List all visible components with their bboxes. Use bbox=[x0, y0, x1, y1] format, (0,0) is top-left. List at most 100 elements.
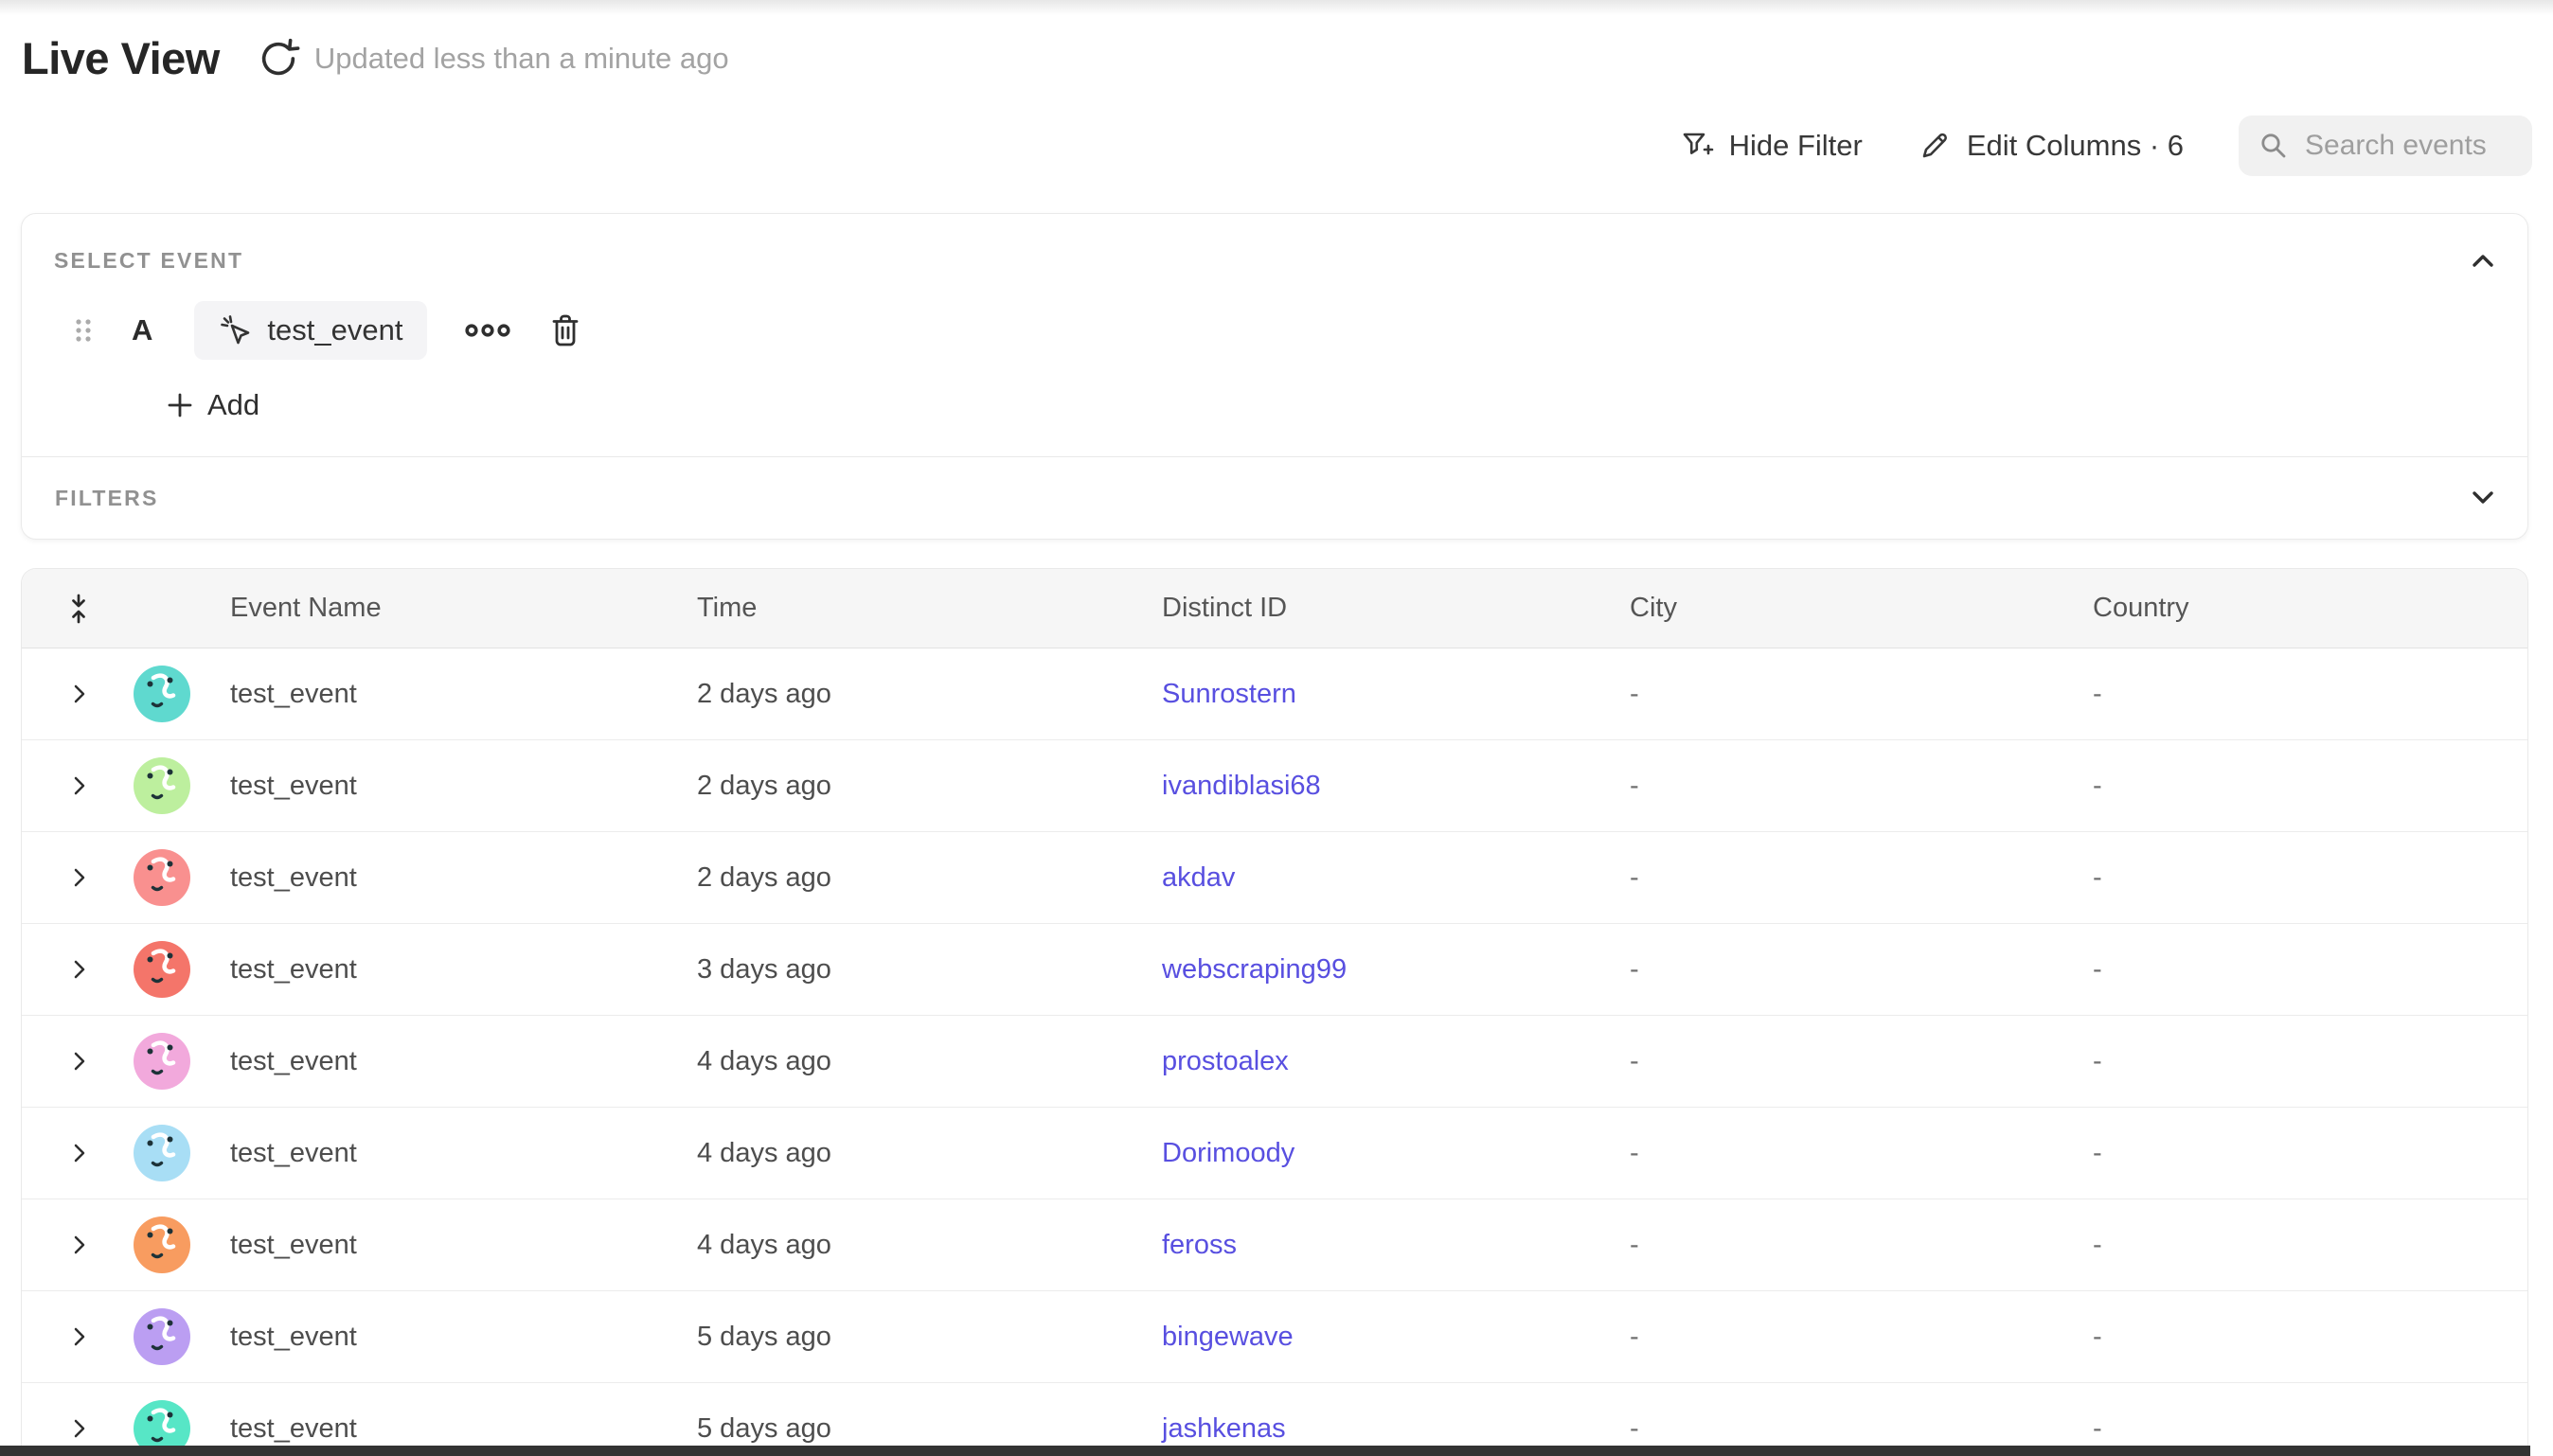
distinct-id-link[interactable]: feross bbox=[1162, 1230, 1237, 1260]
row-expand-icon bbox=[71, 958, 88, 981]
table-header-row: Event Name Time Distinct ID City Country bbox=[22, 569, 2527, 648]
expand-row-button[interactable] bbox=[71, 1418, 92, 1439]
user-avatar bbox=[134, 1125, 190, 1181]
add-label: Add bbox=[207, 388, 259, 422]
event-letter: A bbox=[132, 313, 152, 347]
time-cell: 2 days ago bbox=[697, 679, 1162, 710]
country-cell: - bbox=[2093, 1230, 2527, 1261]
expand-row-button[interactable] bbox=[71, 1326, 92, 1347]
drag-handle[interactable] bbox=[73, 316, 94, 345]
distinct-id-link[interactable]: prostoalex bbox=[1162, 1046, 1289, 1076]
user-avatar bbox=[134, 757, 190, 814]
country-cell: - bbox=[2093, 1413, 2527, 1445]
user-avatar bbox=[134, 1033, 190, 1090]
hide-filter-button[interactable]: Hide Filter bbox=[1680, 129, 1863, 163]
page-header: Live View Updated less than a minute ago bbox=[22, 32, 729, 84]
row-expand-icon bbox=[71, 1325, 88, 1348]
table-row: test_event 2 days ago Sunrostern - - bbox=[22, 648, 2527, 740]
expand-row-button[interactable] bbox=[71, 867, 92, 888]
city-cell: - bbox=[1630, 1138, 2093, 1169]
event-name-cell: test_event bbox=[230, 1413, 697, 1445]
city-cell: - bbox=[1630, 771, 2093, 802]
more-options-icon bbox=[463, 321, 512, 340]
event-picker-button[interactable]: test_event bbox=[194, 301, 427, 360]
distinct-id-link[interactable]: Dorimoody bbox=[1162, 1138, 1294, 1168]
distinct-id-link[interactable]: Sunrostern bbox=[1162, 679, 1296, 709]
expand-filters-button[interactable] bbox=[2467, 482, 2499, 514]
time-cell: 2 days ago bbox=[697, 771, 1162, 802]
distinct-id-link[interactable]: bingewave bbox=[1162, 1322, 1294, 1352]
city-cell: - bbox=[1630, 1230, 2093, 1261]
user-avatar bbox=[134, 849, 190, 906]
expand-row-button[interactable] bbox=[71, 959, 92, 980]
country-cell: - bbox=[2093, 1322, 2527, 1353]
column-header-country: Country bbox=[2093, 593, 2527, 624]
row-expand-icon bbox=[71, 1142, 88, 1164]
country-cell: - bbox=[2093, 954, 2527, 985]
trash-icon bbox=[550, 313, 580, 347]
country-cell: - bbox=[2093, 1138, 2527, 1169]
delete-event-button[interactable] bbox=[550, 313, 580, 347]
event-name-cell: test_event bbox=[230, 1230, 697, 1261]
edit-columns-label: Edit Columns · 6 bbox=[1967, 129, 2184, 163]
city-cell: - bbox=[1630, 1046, 2093, 1077]
distinct-id-link[interactable]: jashkenas bbox=[1162, 1413, 1286, 1444]
hide-filter-label: Hide Filter bbox=[1729, 129, 1863, 163]
user-avatar bbox=[134, 941, 190, 998]
select-event-section: SELECT EVENT bbox=[22, 214, 2527, 456]
event-name-cell: test_event bbox=[230, 771, 697, 802]
event-row: A test_event bbox=[54, 301, 2499, 360]
collapse-all-rows-button[interactable] bbox=[67, 598, 88, 619]
table-row: test_event 3 days ago webscraping99 - - bbox=[22, 924, 2527, 1016]
top-shadow bbox=[0, 0, 2553, 15]
city-cell: - bbox=[1630, 1322, 2093, 1353]
city-cell: - bbox=[1630, 1413, 2093, 1445]
column-header-time: Time bbox=[697, 593, 1162, 624]
collapse-section-button[interactable] bbox=[2467, 244, 2499, 276]
cursor-click-icon bbox=[219, 313, 253, 347]
edit-columns-button[interactable]: Edit Columns · 6 bbox=[1918, 129, 2184, 163]
table-row: test_event 2 days ago akdav - - bbox=[22, 832, 2527, 924]
country-cell: - bbox=[2093, 862, 2527, 894]
distinct-id-link[interactable]: akdav bbox=[1162, 862, 1235, 893]
expand-row-button[interactable] bbox=[71, 1234, 92, 1255]
search-events-box[interactable] bbox=[2239, 115, 2532, 176]
row-expand-icon bbox=[71, 774, 88, 797]
filters-label: FILTERS bbox=[55, 486, 159, 511]
page-title: Live View bbox=[22, 32, 220, 84]
time-cell: 3 days ago bbox=[697, 954, 1162, 985]
event-name-cell: test_event bbox=[230, 1046, 697, 1077]
city-cell: - bbox=[1630, 862, 2093, 894]
event-pill-label: test_event bbox=[267, 313, 402, 347]
time-cell: 5 days ago bbox=[697, 1322, 1162, 1353]
country-cell: - bbox=[2093, 1046, 2527, 1077]
event-name-cell: test_event bbox=[230, 1322, 697, 1353]
refresh-icon bbox=[257, 37, 300, 80]
country-cell: - bbox=[2093, 679, 2527, 710]
search-input[interactable] bbox=[2305, 130, 2511, 162]
time-cell: 5 days ago bbox=[697, 1413, 1162, 1445]
distinct-id-link[interactable]: webscraping99 bbox=[1162, 954, 1347, 985]
filter-plus-icon bbox=[1680, 129, 1714, 163]
refresh-button[interactable] bbox=[256, 36, 301, 81]
row-expand-icon bbox=[71, 866, 88, 889]
bottom-edge-bar bbox=[0, 1446, 2530, 1456]
city-cell: - bbox=[1630, 954, 2093, 985]
row-expand-icon bbox=[71, 1234, 88, 1256]
table-row: test_event 4 days ago prostoalex - - bbox=[22, 1016, 2527, 1108]
query-builder-card: SELECT EVENT bbox=[21, 213, 2528, 540]
expand-row-button[interactable] bbox=[71, 1143, 92, 1163]
row-expand-icon bbox=[71, 1050, 88, 1073]
expand-row-button[interactable] bbox=[71, 1051, 92, 1072]
distinct-id-link[interactable]: ivandiblasi68 bbox=[1162, 771, 1321, 801]
expand-row-button[interactable] bbox=[71, 775, 92, 796]
table-row: test_event 4 days ago Dorimoody - - bbox=[22, 1108, 2527, 1199]
more-options-button[interactable] bbox=[463, 321, 512, 340]
country-cell: - bbox=[2093, 771, 2527, 802]
add-event-button[interactable]: Add bbox=[166, 388, 259, 422]
column-header-event-name: Event Name bbox=[230, 593, 697, 624]
event-name-cell: test_event bbox=[230, 954, 697, 985]
expand-row-button[interactable] bbox=[71, 684, 92, 704]
event-name-cell: test_event bbox=[230, 679, 697, 710]
row-expand-icon bbox=[71, 683, 88, 705]
